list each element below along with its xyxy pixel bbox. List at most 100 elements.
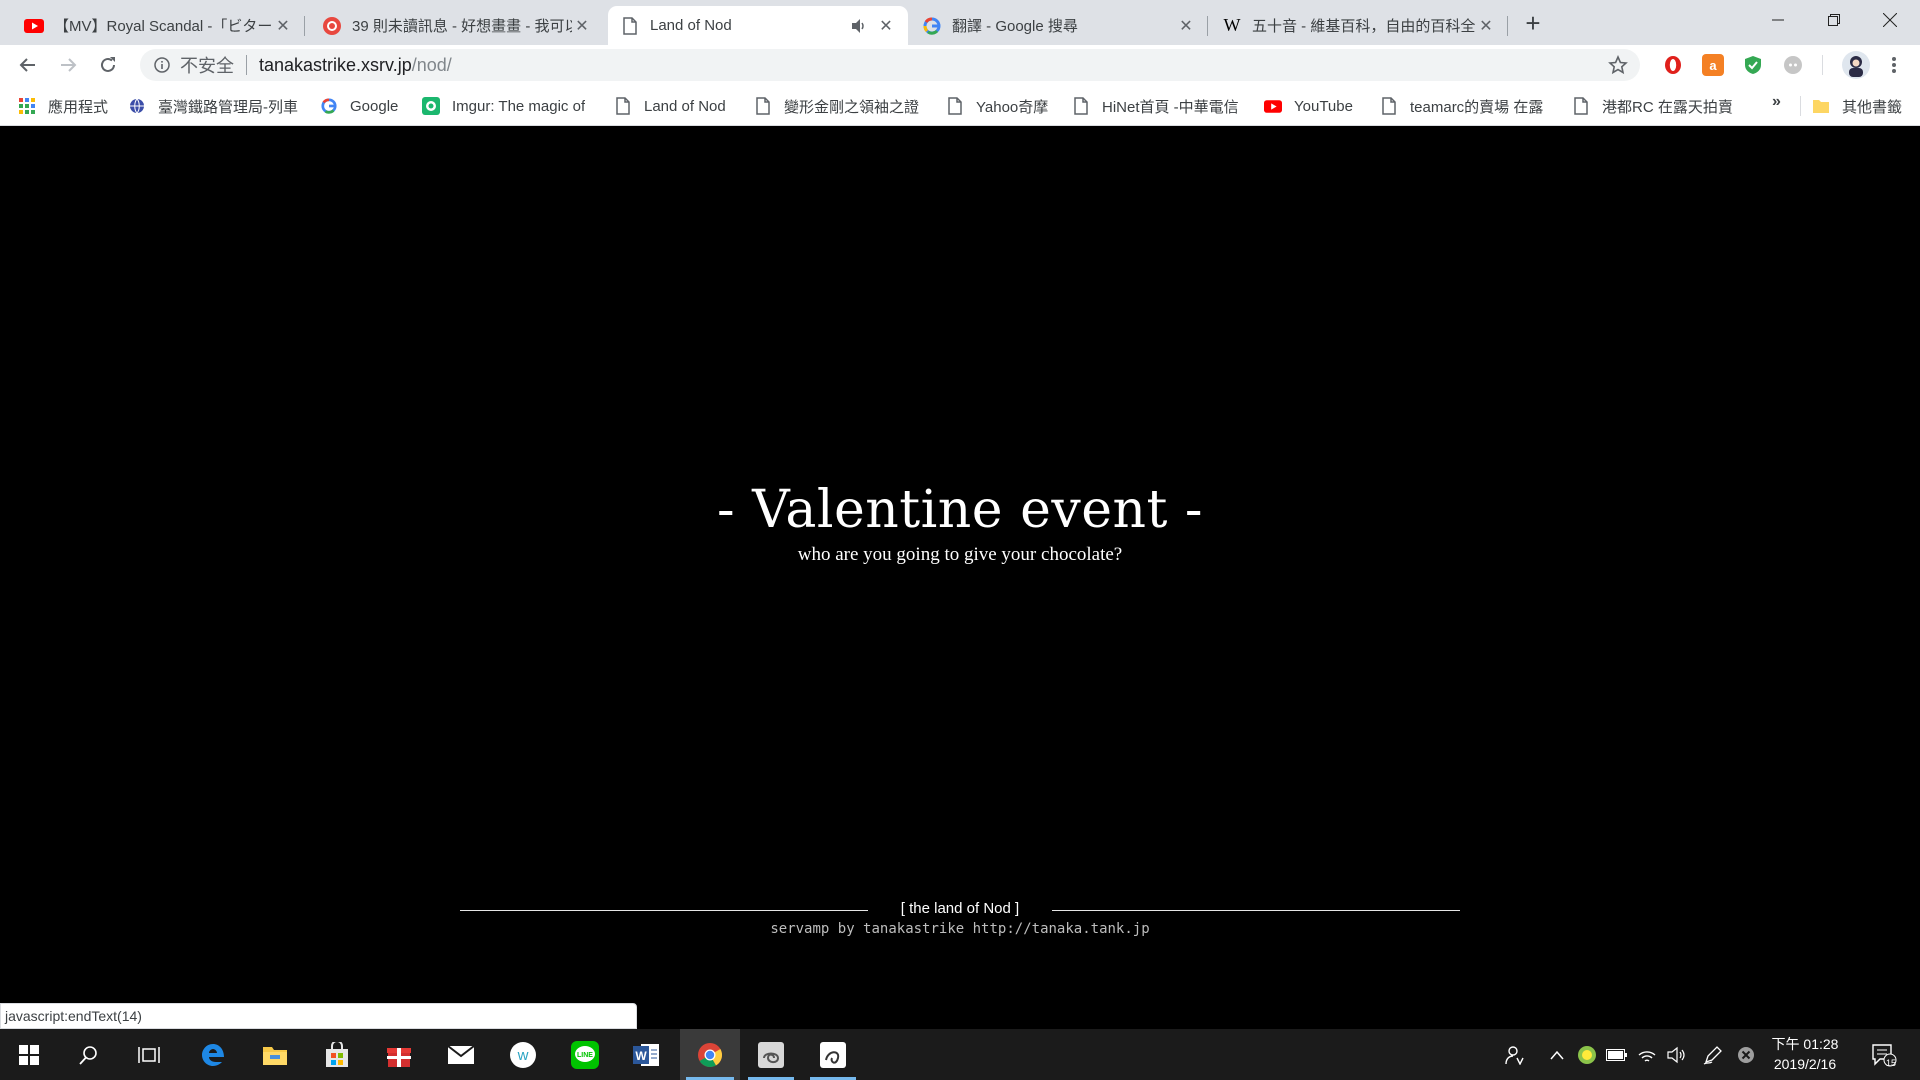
tab-youtube-mv[interactable]: 【MV】Royal Scandal -「ビター・チョコデコレーション」 ✕ (12, 6, 305, 45)
reload-button[interactable] (92, 49, 124, 81)
bookmark-label: 港都RC 在露天拍賣 (1602, 98, 1733, 116)
bookmark-hinet[interactable]: HiNet首頁 -中華電信 (1072, 95, 1242, 117)
store-icon[interactable] (308, 1029, 366, 1080)
youtube-icon (1264, 97, 1282, 115)
bookmark-star-icon[interactable] (1608, 55, 1628, 75)
start-button[interactable] (0, 1029, 58, 1080)
bookmark-label: 應用程式 (48, 98, 109, 116)
shield-extension-icon[interactable] (1742, 54, 1764, 76)
line-app-icon[interactable]: LINE (556, 1029, 614, 1080)
chevron-up-icon[interactable] (1544, 1029, 1570, 1080)
clock-time: 下午 01:28 (1771, 1036, 1839, 1052)
bookmark-google[interactable]: Google (320, 95, 410, 117)
discord-extension-icon[interactable] (1782, 54, 1804, 76)
page-icon (1572, 97, 1590, 115)
taskbar-clock[interactable]: 下午 01:28 2019/2/16 (1760, 1034, 1850, 1074)
people-icon[interactable] (1496, 1029, 1532, 1080)
tab-title: 翻譯 - Google 搜尋 (952, 18, 1078, 35)
info-icon[interactable] (154, 57, 170, 73)
file-explorer-icon[interactable] (246, 1029, 304, 1080)
mail-icon[interactable] (432, 1029, 490, 1080)
bookmark-label: Land of Nod (644, 97, 726, 115)
youtube-icon (24, 16, 44, 36)
new-tab-button[interactable]: + (1518, 8, 1548, 38)
task-view-icon[interactable] (120, 1029, 178, 1080)
folder-icon (1812, 97, 1830, 115)
sai-app-icon[interactable] (742, 1029, 800, 1080)
restore-button[interactable] (1806, 0, 1862, 40)
page-icon (620, 16, 640, 36)
imgur-icon (422, 97, 440, 115)
close-tab-icon[interactable]: ✕ (572, 16, 592, 36)
tab-land-of-nod[interactable]: Land of Nod ✕ (608, 6, 908, 45)
link-status-bubble: javascript:endText(14) (0, 1003, 637, 1029)
back-button[interactable] (12, 49, 44, 81)
search-icon[interactable] (60, 1029, 118, 1080)
shopping-extension-icon[interactable]: a (1702, 54, 1724, 76)
volume-icon[interactable] (1662, 1029, 1690, 1080)
close-tab-icon[interactable]: ✕ (876, 16, 896, 36)
bookmarks-overflow-button[interactable]: » (1772, 93, 1781, 111)
notification-center-icon[interactable]: 15 (1864, 1029, 1904, 1080)
chat-app-icon (322, 16, 342, 36)
event-tagline: who are you going to give your chocolate… (797, 544, 1123, 565)
bookmarks-divider (1800, 96, 1801, 116)
bookmarks-bar: 應用程式 臺灣鐵路管理局-列車 Google Imgur: The magic … (0, 85, 1920, 126)
svg-text:w: w (517, 1047, 529, 1064)
address-path: /nod/ (411, 54, 452, 75)
minimize-button[interactable] (1750, 0, 1806, 40)
pen-workspace-icon[interactable] (1698, 1029, 1728, 1080)
close-tab-icon[interactable]: ✕ (1476, 16, 1496, 36)
tab-strip: 【MV】Royal Scandal -「ビター・チョコデコレーション」 ✕ 39… (0, 0, 1920, 45)
bookmark-imgur[interactable]: Imgur: The magic of (422, 95, 592, 117)
address-host: tanakastrike.xsrv.jp (259, 54, 412, 75)
bookmark-land-of-nod[interactable]: Land of Nod (614, 95, 744, 117)
wifi-icon[interactable] (1634, 1029, 1660, 1080)
forward-button[interactable] (52, 49, 84, 81)
gift-app-icon[interactable] (370, 1029, 428, 1080)
page-icon (1072, 97, 1090, 115)
chrome-app-icon[interactable] (680, 1029, 740, 1080)
bookmark-railway[interactable]: 臺灣鐵路管理局-列車 (128, 95, 298, 117)
bookmark-rc[interactable]: 港都RC 在露天拍賣 (1572, 95, 1742, 117)
edge-browser-icon[interactable] (184, 1029, 242, 1080)
tab-title: Land of Nod (650, 17, 732, 34)
svg-text:W: W (635, 1049, 647, 1063)
apps-grid-icon (18, 97, 36, 115)
word-app-icon[interactable]: W (618, 1029, 676, 1080)
tab-separator (1207, 16, 1208, 36)
tab-chat[interactable]: 39 則未讀訊息 - 好想畫畫 - 我可以 ✕ (310, 6, 604, 45)
bookmark-label: 其他書籤 (1842, 98, 1903, 116)
globe-icon (128, 97, 146, 115)
bookmark-label: Imgur: The magic of (452, 97, 586, 115)
profile-avatar[interactable] (1842, 51, 1870, 79)
close-circle-icon[interactable] (1732, 1029, 1760, 1080)
speaker-icon[interactable] (850, 17, 868, 35)
tray-app-icon[interactable] (1574, 1029, 1600, 1080)
tab-separator (304, 16, 305, 36)
battery-icon[interactable] (1604, 1029, 1630, 1080)
menu-kebab-icon[interactable] (1878, 49, 1910, 81)
bookmark-label: Google (350, 97, 399, 115)
sai2-app-icon[interactable] (804, 1029, 862, 1080)
wattpad-app-icon[interactable]: w (494, 1029, 552, 1080)
close-tab-icon[interactable]: ✕ (273, 16, 293, 36)
event-headline[interactable]: - Valentine event - (0, 480, 1920, 540)
bookmark-transformers[interactable]: 變形金剛之領袖之證 (754, 95, 924, 117)
google-icon (320, 97, 338, 115)
bookmark-teamarc[interactable]: teamarc的賣場 在露 (1380, 95, 1550, 117)
close-tab-icon[interactable]: ✕ (1176, 16, 1196, 36)
tab-google-translate[interactable]: 翻譯 - Google 搜尋 ✕ (910, 6, 1208, 45)
other-bookmarks-folder[interactable]: 其他書籤 (1812, 95, 1918, 117)
close-window-button[interactable] (1862, 0, 1918, 40)
opera-extension-icon[interactable] (1662, 54, 1684, 76)
address-bar[interactable]: 不安全 tanakastrike.xsrv.jp/nod/ (140, 49, 1640, 81)
page-icon (1380, 97, 1398, 115)
bookmark-yahoo[interactable]: Yahoo奇摩 (946, 95, 1058, 117)
bookmark-youtube[interactable]: YouTube (1264, 95, 1364, 117)
tab-wikipedia[interactable]: W 五十音 - 維基百科，自由的百科全書 ✕ (1210, 6, 1508, 45)
bookmark-apps[interactable]: 應用程式 (18, 95, 118, 117)
browser-toolbar: 不安全 tanakastrike.xsrv.jp/nod/ a (0, 45, 1920, 85)
notification-count: 15 (1886, 1058, 1897, 1068)
footer-title: [ the land of Nod ] (0, 900, 1920, 917)
